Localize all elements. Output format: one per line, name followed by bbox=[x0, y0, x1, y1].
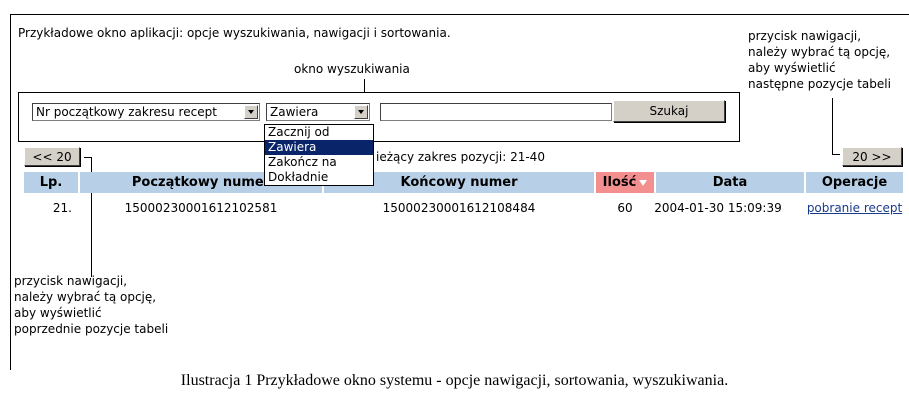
search-field-select[interactable]: Nr początkowy zakresu recept bbox=[32, 103, 260, 121]
cell-start-number: 15000230001612102581 bbox=[124, 201, 278, 215]
option-ends-with[interactable]: Zakończ na bbox=[265, 155, 373, 170]
annotation-prev: przycisk nawigacji, należy wybrać tą opc… bbox=[14, 273, 168, 337]
cell-end-number: 15000230001612108484 bbox=[382, 201, 536, 215]
prev-page-button[interactable]: << 20 bbox=[24, 147, 80, 166]
next-connector-vertical bbox=[832, 98, 833, 155]
annotation-prev-line: należy wybrać tą opcję, bbox=[14, 290, 157, 304]
cell-date: 2004-01-30 15:09:39 bbox=[654, 201, 782, 215]
prev-connector-horizontal bbox=[84, 157, 92, 158]
download-link[interactable]: pobranie recept bbox=[806, 199, 903, 217]
column-header-operations[interactable]: Operacje bbox=[806, 172, 903, 193]
search-button[interactable]: Szukaj bbox=[613, 100, 725, 122]
intro-text: Przykładowe okno aplikacji: opcje wyszuk… bbox=[18, 26, 451, 40]
annotation-next-line: przycisk nawigacji, bbox=[748, 29, 862, 43]
column-header-quantity-label: Ilość bbox=[602, 175, 637, 190]
column-header-quantity[interactable]: Ilość bbox=[596, 172, 654, 193]
annotation-prev-line: przycisk nawigacji, bbox=[14, 274, 128, 288]
option-exact[interactable]: Dokładnie bbox=[265, 170, 373, 185]
annotation-next-line: należy wybrać tą opcję, bbox=[748, 45, 891, 59]
figure-caption: Ilustracja 1 Przykładowe okno systemu - … bbox=[180, 372, 729, 389]
annotation-next-line: aby wyświetlić bbox=[748, 61, 836, 75]
search-box-label: okno wyszukiwania bbox=[294, 62, 410, 76]
chevron-down-icon[interactable] bbox=[354, 105, 368, 119]
annotation-prev-line: aby wyświetlić bbox=[14, 306, 102, 320]
column-header-date[interactable]: Data bbox=[656, 172, 804, 193]
range-text: ieżący zakres pozycji: 21-40 bbox=[376, 150, 545, 164]
search-mode-options: Zacznij od Zawiera Zakończ na Dokładnie bbox=[264, 124, 374, 186]
next-connector-horizontal bbox=[832, 154, 840, 155]
annotation-next-line: następne pozycje tabeli bbox=[748, 77, 891, 91]
table-row: 21. 15000230001612102581 150002300016121… bbox=[24, 199, 903, 217]
table-header: Lp. Początkowy numer Końcowy numer Ilość… bbox=[24, 172, 903, 193]
annotation-next: przycisk nawigacji, należy wybrać tą opc… bbox=[748, 28, 891, 92]
cell-lp: 21. bbox=[52, 201, 72, 215]
next-page-button[interactable]: 20 >> bbox=[842, 147, 902, 166]
column-header-lp[interactable]: Lp. bbox=[24, 172, 78, 193]
annotation-prev-line: poprzednie pozycje tabeli bbox=[14, 322, 169, 336]
search-label-connector bbox=[364, 79, 365, 92]
option-starts-with[interactable]: Zacznij od bbox=[265, 125, 373, 140]
search-mode-value: Zawiera bbox=[270, 105, 319, 119]
option-contains[interactable]: Zawiera bbox=[265, 140, 373, 155]
search-mode-select[interactable]: Zawiera bbox=[266, 103, 370, 121]
sort-descending-icon bbox=[639, 179, 648, 186]
search-field-value: Nr początkowy zakresu recept bbox=[36, 105, 217, 119]
chevron-down-icon[interactable] bbox=[244, 105, 258, 119]
search-input[interactable] bbox=[380, 103, 612, 121]
